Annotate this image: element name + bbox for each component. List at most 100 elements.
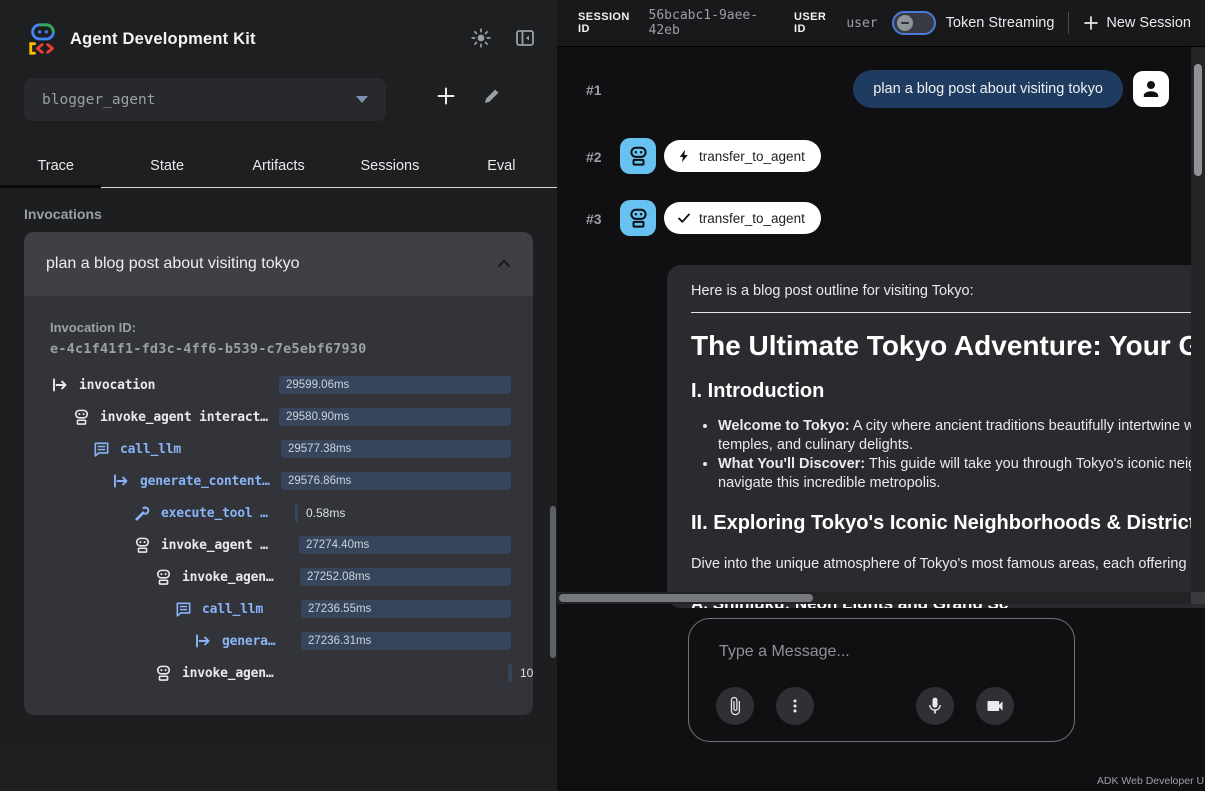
trace-row[interactable]: call_llm 27236.55ms <box>50 593 511 625</box>
bot-avatar <box>620 138 656 174</box>
microphone-button[interactable] <box>916 687 954 725</box>
message-input-placeholder[interactable]: Type a Message... <box>719 643 850 661</box>
more-options-button[interactable] <box>776 687 814 725</box>
section-2-heading: II. Exploring Tokyo's Iconic Neighborhoo… <box>691 511 1205 535</box>
robot-icon <box>132 536 152 554</box>
trace-row[interactable]: genera… 27236.31ms <box>50 625 511 657</box>
trace-row-label: invoke_agen… <box>182 666 274 681</box>
trace-row[interactable]: generate_content… 29576.86ms <box>50 465 511 497</box>
more-vert-icon <box>786 697 804 715</box>
robot-icon <box>628 146 649 167</box>
trace-row-label: execute_tool … <box>161 506 268 521</box>
invocation-card-body: Invocation ID: e-4c1f41f1-fd3c-4ff6-b539… <box>24 296 533 715</box>
wrench-icon <box>132 504 152 522</box>
invocation-card-header[interactable]: plan a blog post about visiting tokyo <box>24 232 533 296</box>
trace-row-label: call_llm <box>202 602 263 617</box>
attach-file-button[interactable] <box>716 687 754 725</box>
tab-artifacts[interactable]: Artifacts <box>223 144 334 187</box>
token-streaming-toggle[interactable] <box>892 11 936 35</box>
trace-row[interactable]: execute_tool … 0.58ms <box>50 497 511 529</box>
bullet-item: What You'll Discover: This guide will ta… <box>718 455 1205 493</box>
bullet-item: Welcome to Tokyo: A city where ancient t… <box>718 417 1205 455</box>
duration-bar <box>295 504 298 522</box>
plus-icon <box>1083 15 1099 31</box>
arrow-icon <box>193 632 213 650</box>
user-message-bubble: plan a blog post about visiting tokyo <box>853 70 1123 108</box>
duration-value: 27236.55ms <box>301 600 371 618</box>
response-intro: Here is a blog post outline for visiting… <box>691 283 1205 299</box>
microphone-icon <box>925 696 945 716</box>
edit-agent-button[interactable] <box>478 82 506 110</box>
user-id-label: USER ID <box>794 11 838 35</box>
trace-row[interactable]: invoke_agent … 27274.40ms <box>50 529 511 561</box>
topbar-divider <box>1068 12 1069 34</box>
adk-logo-icon <box>26 22 60 56</box>
video-button[interactable] <box>976 687 1014 725</box>
agent-response-card: Here is a blog post outline for visiting… <box>667 265 1205 608</box>
chat-horizontal-scrollbar-thumb[interactable] <box>559 594 813 602</box>
intro-bullets: Welcome to Tokyo: A city where ancient t… <box>691 417 1205 493</box>
left-header: Agent Development Kit <box>0 0 557 78</box>
bot-avatar <box>620 200 656 236</box>
tab-eval[interactable]: Eval <box>446 144 557 187</box>
chat-vertical-scrollbar-thumb[interactable] <box>1194 64 1202 176</box>
function-call-chip[interactable]: transfer_to_agent <box>664 140 821 172</box>
chat-panel: SESSION ID 56bcabc1-9aee-42eb USER ID us… <box>557 0 1205 791</box>
agent-select[interactable]: blogger_agent <box>24 78 386 121</box>
person-icon <box>1139 77 1163 101</box>
function-response-chip[interactable]: transfer_to_agent <box>664 202 821 234</box>
trace-row-label: generate_content… <box>140 474 270 489</box>
arrow-icon <box>111 472 131 490</box>
collapse-panel-button[interactable] <box>511 24 539 52</box>
invocation-id-value: e-4c1f41f1-fd3c-4ff6-b539-c7e5ebf67930 <box>50 341 511 357</box>
app-title: Agent Development Kit <box>70 30 256 49</box>
turn-index: #2 <box>586 149 602 165</box>
side-panel-icon <box>514 27 536 49</box>
chat-vertical-scrollbar[interactable] <box>1191 46 1205 592</box>
tab-trace[interactable]: Trace <box>0 144 111 187</box>
user-avatar <box>1133 71 1169 107</box>
videocam-icon <box>985 696 1005 716</box>
duration-value: 27252.08ms <box>300 568 370 586</box>
bolt-icon <box>677 149 691 163</box>
trace-row[interactable]: invoke_agen… 10 <box>50 657 511 689</box>
robot-icon <box>153 568 173 586</box>
duration-value: 29599.06ms <box>279 376 349 394</box>
toggle-thumb <box>897 15 913 31</box>
invocation-id-label: Invocation ID: <box>50 320 511 335</box>
turn-index: #1 <box>586 82 602 98</box>
trace-row-label: invocation <box>79 378 155 393</box>
left-scrollbar-thumb[interactable] <box>550 506 556 658</box>
trace-row[interactable]: invoke_agent interact… 29580.90ms <box>50 401 511 433</box>
chat-horizontal-scrollbar[interactable] <box>557 592 1191 604</box>
check-icon <box>677 211 691 225</box>
section-2-paragraph: Dive into the unique atmosphere of Tokyo… <box>691 555 1205 574</box>
divider <box>691 312 1205 313</box>
chip-label: transfer_to_agent <box>699 149 805 164</box>
new-session-button[interactable]: New Session <box>1083 15 1191 31</box>
trace-row[interactable]: invocation 29599.06ms <box>50 369 511 401</box>
user-id-value: user <box>846 16 877 31</box>
message-input[interactable]: Type a Message... <box>688 618 1075 742</box>
trace-row-label: invoke_agent interact… <box>100 410 268 425</box>
invocation-title: plan a blog post about visiting tokyo <box>46 255 300 273</box>
sun-icon <box>470 27 492 49</box>
trace-panel: Agent Development Kit <box>0 0 557 791</box>
add-agent-button[interactable] <box>432 82 460 110</box>
theme-toggle-button[interactable] <box>467 24 495 52</box>
trace-row[interactable]: call_llm 29577.38ms <box>50 433 511 465</box>
trace-row-label: genera… <box>222 634 275 649</box>
tab-sessions[interactable]: Sessions <box>334 144 445 187</box>
trace-row-label: invoke_agent … <box>161 538 268 553</box>
tab-state[interactable]: State <box>111 144 222 187</box>
arrow-icon <box>50 376 70 394</box>
plus-icon <box>435 85 457 107</box>
agent-select-value: blogger_agent <box>42 92 156 108</box>
session-topbar: SESSION ID 56bcabc1-9aee-42eb USER ID us… <box>557 0 1205 46</box>
robot-icon <box>71 408 91 426</box>
chat-scroll-area: #1 plan a blog post about visiting tokyo… <box>557 46 1205 592</box>
new-session-label: New Session <box>1106 15 1191 31</box>
duration-value: 27274.40ms <box>299 536 369 554</box>
duration-value: 27236.31ms <box>301 632 371 650</box>
trace-row[interactable]: invoke_agen… 27252.08ms <box>50 561 511 593</box>
